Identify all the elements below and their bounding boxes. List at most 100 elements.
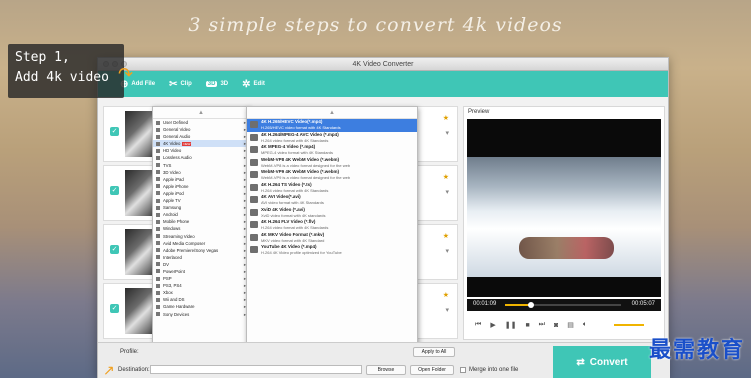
format-item[interactable]: 4K H.264 TS Video (*.ts) H.264 video form… (247, 182, 417, 195)
chevron-down-icon[interactable]: ▾ (445, 306, 449, 314)
category-icon (156, 141, 160, 146)
chevron-down-icon[interactable]: ▾ (445, 129, 449, 137)
category-icon (156, 155, 160, 160)
play-icon[interactable]: ▶ (490, 321, 495, 329)
chevron-down-icon[interactable]: ▾ (445, 247, 449, 255)
3d-icon: 3D (205, 81, 218, 87)
category-item[interactable]: DV ▸ (153, 261, 249, 268)
format-item[interactable]: 4K AVI Video(*.avi) AVI video format with… (247, 194, 417, 207)
category-icon (156, 283, 160, 288)
format-icon (250, 133, 258, 141)
category-icon (156, 226, 160, 231)
video-checkbox[interactable]: ✓ (110, 304, 119, 313)
category-item[interactable]: Windows ▸ (153, 225, 249, 232)
convert-button[interactable]: ⇄ Convert (553, 346, 651, 378)
category-label: Apple iPod (163, 190, 184, 196)
format-item[interactable]: 4K H.264/MPEG-4 AVC Video (*.mp4) H.264 v… (247, 132, 417, 145)
video-checkbox[interactable]: ✓ (110, 127, 119, 136)
format-description: MPEG-4 video format with 4K Standards (261, 150, 334, 155)
settings-icon[interactable]: ★ (443, 291, 449, 299)
video-thumbnail (125, 288, 153, 334)
folder-icon[interactable]: ▤ (567, 321, 574, 329)
volume-slider[interactable] (614, 324, 645, 326)
category-item[interactable]: Samsung ▸ (153, 204, 249, 211)
format-item[interactable]: WebM-VP9 4K WebM Video (*.webm) WebM-VP9 … (247, 169, 417, 182)
clip-button[interactable]: ✂ Clip (169, 79, 192, 90)
category-item[interactable]: User Defined ▸ (153, 119, 249, 126)
apply-to-all-button[interactable]: Apply to All (413, 347, 455, 357)
format-item[interactable]: YouTube 4K Video (*.mp4) H.264 4K Video p… (247, 244, 417, 257)
previous-icon[interactable]: ⏮ (475, 321, 481, 329)
scroll-up-icon[interactable]: ▲ (153, 107, 249, 119)
progress-slider[interactable] (505, 302, 621, 308)
format-item[interactable]: XviD 4K Video (*.avi) XviD video format w… (247, 207, 417, 220)
convert-icon: ⇄ (576, 356, 585, 368)
category-label: Game Hardware (163, 304, 195, 310)
category-item[interactable]: Interlaced ▸ (153, 254, 249, 261)
3d-button[interactable]: 3D 3D (205, 81, 228, 87)
watermark-text: 最需教育 (648, 338, 745, 363)
category-icon (156, 120, 160, 125)
format-icon (250, 221, 258, 228)
progress-fill (505, 304, 531, 306)
format-item[interactable]: WebM-VP8 4K WebM Video (*.webm) WebM-VP8 … (247, 157, 417, 170)
category-icon (156, 276, 160, 281)
format-item[interactable]: 4K H.265/HEVC Video(*.mp4) H.265/HEVC vid… (247, 119, 417, 132)
next-icon[interactable]: ⏭ (539, 321, 545, 329)
category-item[interactable]: Android ▸ (153, 211, 249, 218)
category-item[interactable]: Streaming Video ▸ (153, 233, 249, 240)
format-icon (250, 171, 258, 178)
merge-checkbox[interactable] (460, 367, 466, 373)
category-item[interactable]: Sony Devices ▸ (153, 311, 249, 318)
category-icon (156, 290, 160, 295)
category-item[interactable]: Mobile Phone ▸ (153, 218, 249, 225)
category-item[interactable]: Game Hardware ▸ (153, 303, 249, 310)
pause-icon[interactable]: ❚❚ (505, 321, 517, 329)
format-icon (250, 246, 258, 253)
settings-icon[interactable]: ★ (443, 173, 449, 181)
format-item[interactable]: 4K MPEG-4 Video (*.mp4) MPEG-4 video form… (247, 144, 417, 157)
category-item[interactable]: Apple iPad ▸ (153, 176, 249, 183)
browse-button[interactable]: Browse (366, 365, 406, 375)
format-item[interactable]: 4K H.264 FLV Video (*.flv) H.264 video fo… (247, 219, 417, 232)
preview-video[interactable] (467, 119, 661, 297)
format-item[interactable]: 4K MKV Video Format (*.mkv) MKV video for… (247, 232, 417, 245)
open-folder-button[interactable]: Open Folder (410, 365, 454, 375)
destination-field[interactable] (150, 365, 362, 374)
category-item[interactable]: Wii and DS ▸ (153, 296, 249, 303)
category-item[interactable]: General Audio ▸ (153, 133, 249, 140)
progress-handle[interactable] (527, 302, 534, 308)
video-thumbnail (125, 170, 153, 216)
category-item[interactable]: 3D Video ▸ (153, 169, 249, 176)
chevron-down-icon[interactable]: ▾ (445, 188, 449, 196)
category-item[interactable]: Xbox ▸ (153, 289, 249, 296)
snapshot-icon[interactable]: ◙ (554, 322, 558, 329)
scroll-up-icon[interactable]: ▲ (247, 107, 417, 119)
settings-icon[interactable]: ★ (443, 232, 449, 240)
settings-icon[interactable]: ★ (443, 114, 449, 122)
category-item[interactable]: General Video ▸ (153, 126, 249, 133)
category-item[interactable]: PS3, PS4 ▸ (153, 282, 249, 289)
video-checkbox[interactable]: ✓ (110, 245, 119, 254)
category-item[interactable]: Lossless Audio ▸ (153, 154, 249, 161)
video-checkbox[interactable]: ✓ (110, 186, 119, 195)
category-item[interactable]: Apple iPod ▸ (153, 190, 249, 197)
category-label: Adobe Premiere/Sony Vegas (163, 247, 219, 253)
edit-button[interactable]: ✲ Edit (242, 79, 265, 90)
curved-arrow-icon: ↷ (118, 64, 134, 84)
category-item[interactable]: 4K Video NEW ▸ (153, 140, 249, 148)
category-item[interactable]: Apple iPhone ▸ (153, 183, 249, 190)
bottom-bar: Profile: Apply to All Destination: Brows… (98, 342, 670, 378)
category-icon (156, 191, 160, 196)
category-item[interactable]: PSP ▸ (153, 275, 249, 282)
category-item[interactable]: HD Video ▸ (153, 147, 249, 154)
category-item[interactable]: Adobe Premiere/Sony Vegas ▸ (153, 247, 249, 254)
category-item[interactable]: TVS ▸ (153, 162, 249, 169)
volume-icon[interactable]: 🔈︎ (583, 321, 587, 329)
category-item[interactable]: PowerPoint ▸ (153, 268, 249, 275)
category-item[interactable]: Avid Media Composer ▸ (153, 240, 249, 247)
category-item[interactable]: Apple TV ▸ (153, 197, 249, 204)
format-icon (250, 121, 258, 128)
stop-icon[interactable]: ■ (525, 322, 529, 329)
step-title: Step 1, (15, 50, 70, 65)
